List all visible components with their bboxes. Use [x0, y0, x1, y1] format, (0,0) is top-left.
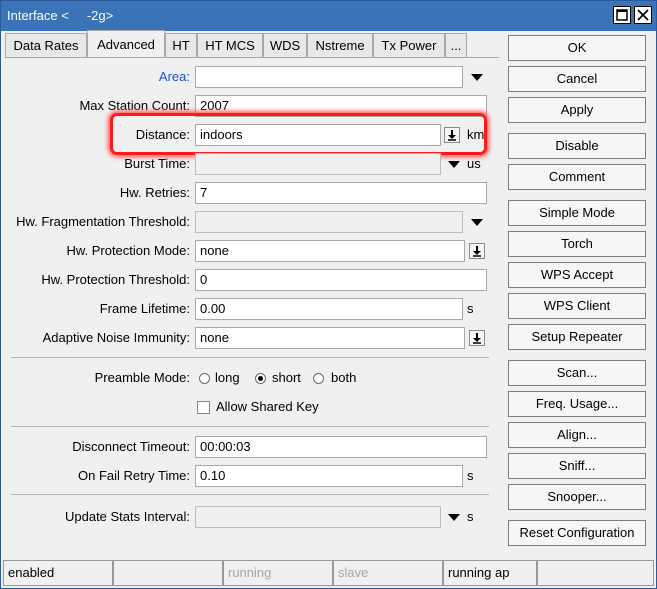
distance-highlight-box: [110, 113, 487, 155]
area-dropdown-icon[interactable]: [471, 74, 483, 81]
tab-data-rates[interactable]: Data Rates: [5, 33, 87, 57]
disable-button[interactable]: Disable: [508, 133, 646, 159]
burst-time-dropdown-icon[interactable]: [448, 161, 460, 168]
tab-nstreme[interactable]: Nstreme: [307, 33, 373, 57]
preamble-both-label[interactable]: both: [331, 367, 356, 389]
area-select[interactable]: [195, 66, 463, 88]
update-stats-interval-dropdown-icon[interactable]: [448, 514, 460, 521]
frame-lifetime-input[interactable]: 0.00: [195, 298, 463, 320]
preamble-long-radio[interactable]: [199, 373, 210, 384]
hw-fragmentation-dropdown-icon[interactable]: [471, 219, 483, 226]
hw-fragmentation-threshold-input[interactable]: [195, 211, 463, 233]
preamble-short-radio[interactable]: [255, 373, 266, 384]
freq-usage-button[interactable]: Freq. Usage...: [508, 391, 646, 417]
hw-protection-mode-dropdown-icon[interactable]: [469, 243, 485, 259]
frame-lifetime-unit: s: [467, 301, 474, 316]
adaptive-noise-immunity-dropdown-icon[interactable]: [469, 330, 485, 346]
preamble-short-label[interactable]: short: [272, 367, 301, 389]
status-running-ap: running ap: [443, 560, 537, 586]
preamble-both-radio[interactable]: [313, 373, 324, 384]
sniff-button[interactable]: Sniff...: [508, 453, 646, 479]
hw-protection-mode-label: Hw. Protection Mode:: [66, 243, 190, 258]
disconnect-timeout-input[interactable]: 00:00:03: [195, 436, 487, 458]
tab-tx-power[interactable]: Tx Power: [373, 33, 445, 57]
hw-retries-label: Hw. Retries:: [119, 185, 190, 200]
tab-wds[interactable]: WDS: [263, 33, 307, 57]
update-stats-interval-unit: s: [467, 509, 474, 524]
maximize-icon[interactable]: [613, 6, 631, 24]
hw-protection-mode-select[interactable]: none: [195, 240, 465, 262]
tab-more[interactable]: ...: [445, 33, 467, 57]
allow-shared-key-label[interactable]: Allow Shared Key: [216, 396, 319, 418]
on-fail-retry-time-unit: s: [467, 468, 474, 483]
status-enabled: enabled: [3, 560, 113, 586]
separator: [11, 494, 489, 495]
wps-accept-button[interactable]: WPS Accept: [508, 262, 646, 288]
reset-configuration-button[interactable]: Reset Configuration: [508, 520, 646, 546]
interface-window: Interface < -2g> Data Rates Advanced HT …: [0, 0, 657, 589]
align-button[interactable]: Align...: [508, 422, 646, 448]
burst-time-label: Burst Time:: [124, 156, 190, 171]
cancel-button[interactable]: Cancel: [508, 66, 646, 92]
radio-selected-dot: [258, 376, 263, 381]
separator: [11, 357, 489, 358]
window-title: Interface < -2g>: [7, 8, 114, 23]
ok-button[interactable]: OK: [508, 35, 646, 61]
disconnect-timeout-label: Disconnect Timeout:: [72, 439, 190, 454]
area-label[interactable]: Area:: [5, 66, 190, 88]
title-bar[interactable]: Interface < -2g>: [1, 1, 656, 31]
tab-ht[interactable]: HT: [165, 33, 197, 57]
tab-ht-mcs[interactable]: HT MCS: [197, 33, 263, 57]
adaptive-noise-immunity-select[interactable]: none: [195, 327, 465, 349]
separator: [11, 426, 489, 427]
apply-button[interactable]: Apply: [508, 97, 646, 123]
comment-button[interactable]: Comment: [508, 164, 646, 190]
wps-client-button[interactable]: WPS Client: [508, 293, 646, 319]
hw-retries-input[interactable]: 7: [195, 182, 487, 204]
update-stats-interval-input[interactable]: [195, 506, 441, 528]
preamble-long-label[interactable]: long: [215, 367, 240, 389]
burst-time-input[interactable]: [195, 153, 441, 175]
allow-shared-key-checkbox[interactable]: [197, 401, 210, 414]
status-cell-empty: [113, 560, 223, 586]
status-cell-empty: [537, 560, 654, 586]
on-fail-retry-time-input[interactable]: 0.10: [195, 465, 463, 487]
hw-protection-threshold-input[interactable]: 0: [195, 269, 487, 291]
status-running: running: [223, 560, 333, 586]
update-stats-interval-label: Update Stats Interval:: [64, 509, 190, 524]
tab-advanced[interactable]: Advanced: [87, 30, 165, 58]
close-icon[interactable]: [634, 6, 652, 24]
preamble-mode-label: Preamble Mode:: [94, 370, 190, 385]
frame-lifetime-label: Frame Lifetime:: [99, 301, 190, 316]
hw-protection-threshold-label: Hw. Protection Threshold:: [41, 272, 190, 287]
on-fail-retry-time-label: On Fail Retry Time:: [78, 468, 190, 483]
torch-button[interactable]: Torch: [508, 231, 646, 257]
burst-time-unit: us: [467, 156, 481, 171]
scan-button[interactable]: Scan...: [508, 360, 646, 386]
simple-mode-button[interactable]: Simple Mode: [508, 200, 646, 226]
status-slave: slave: [333, 560, 443, 586]
adaptive-noise-immunity-label: Adaptive Noise Immunity:: [42, 330, 190, 345]
snooper-button[interactable]: Snooper...: [508, 484, 646, 510]
hw-fragmentation-threshold-label: Hw. Fragmentation Threshold:: [16, 214, 190, 229]
setup-repeater-button[interactable]: Setup Repeater: [508, 324, 646, 350]
